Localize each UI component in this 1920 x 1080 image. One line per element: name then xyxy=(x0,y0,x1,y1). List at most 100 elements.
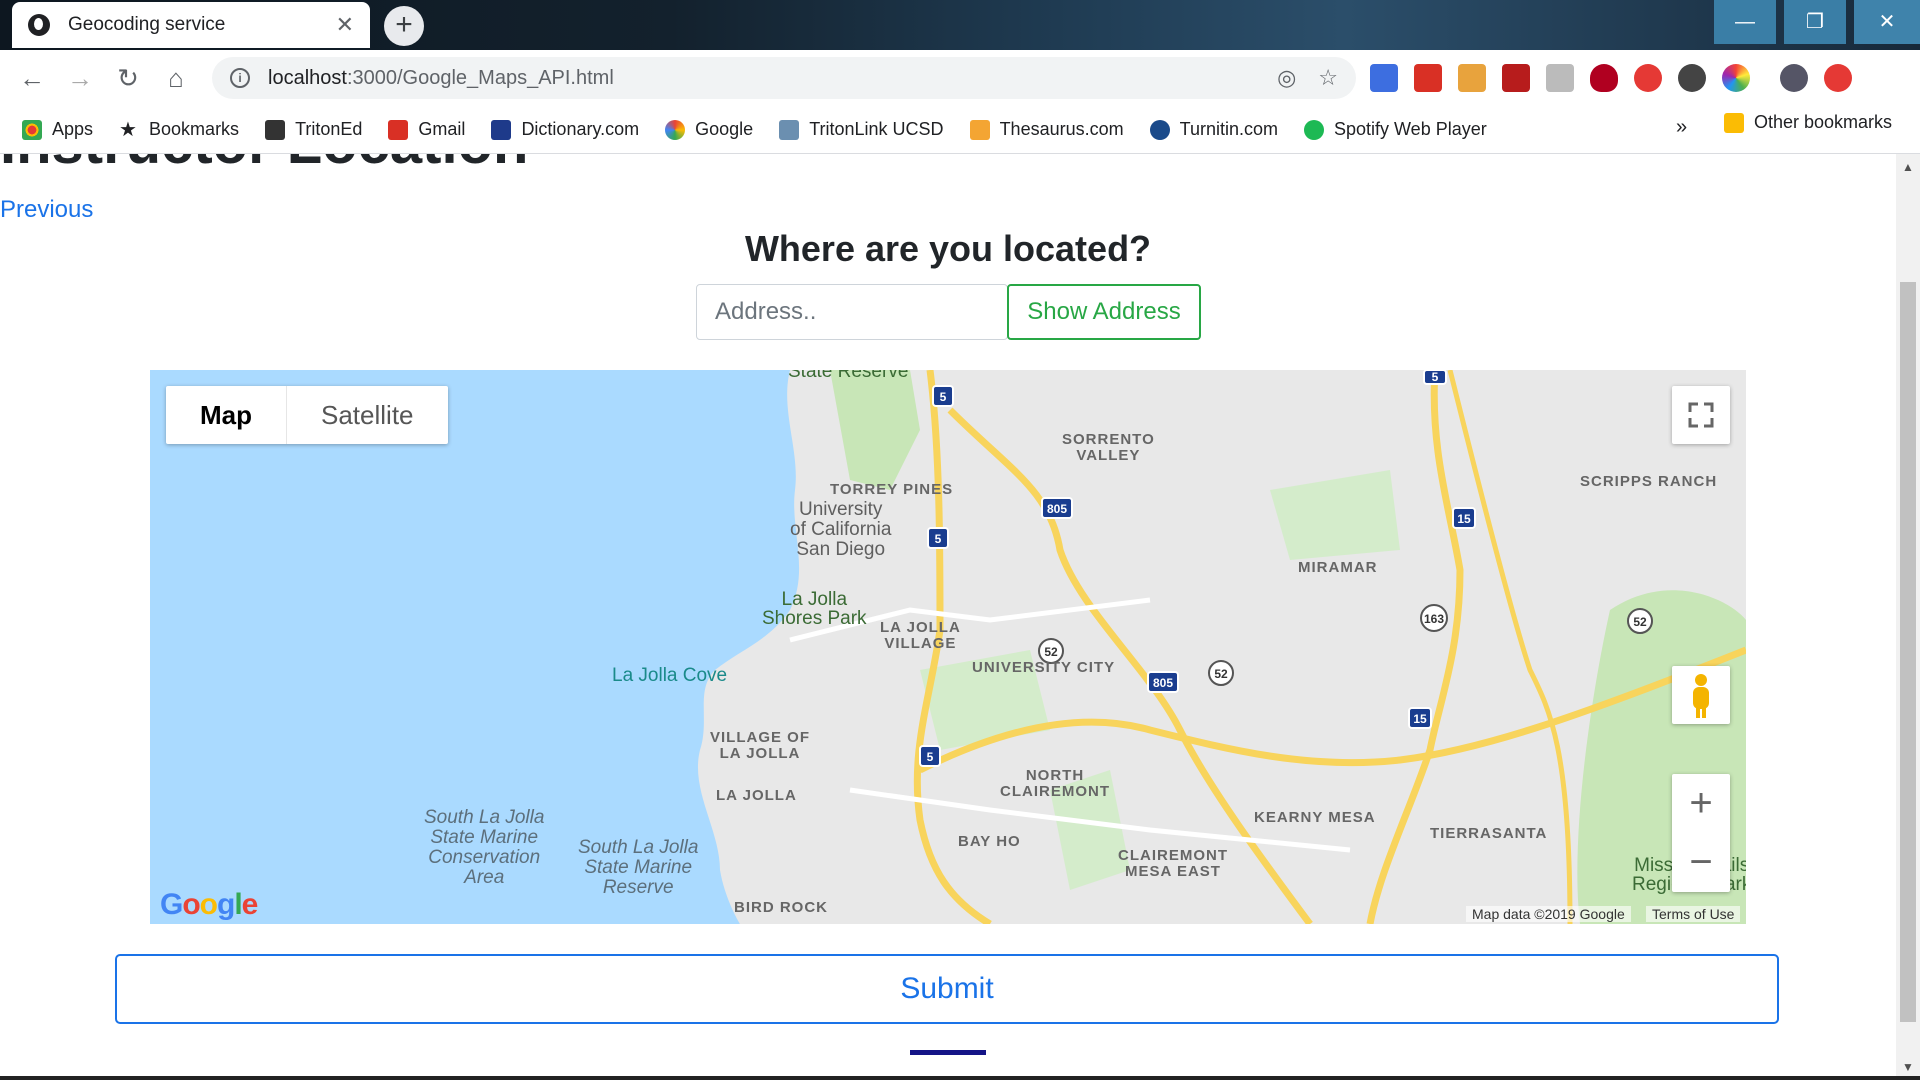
color-extension-icon[interactable] xyxy=(1722,64,1750,92)
taskbar-edge xyxy=(0,1076,1920,1080)
shield-number: 805 xyxy=(1047,502,1067,516)
street-view-pegman[interactable] xyxy=(1672,666,1730,724)
shield-number: 15 xyxy=(1413,712,1427,726)
map-label: SCRIPPS RANCH xyxy=(1580,473,1718,490)
bookmark-label: Google xyxy=(695,119,754,139)
star-icon[interactable]: ☆ xyxy=(1318,65,1338,91)
info-icon[interactable]: i xyxy=(230,68,250,88)
close-window-button[interactable]: ✕ xyxy=(1854,0,1920,44)
forward-button[interactable]: → xyxy=(60,58,100,98)
close-tab-icon[interactable]: ✕ xyxy=(336,12,354,38)
url-path: :3000/Google_Maps_API.html xyxy=(346,66,614,89)
map-label: TORREY PINES xyxy=(830,481,954,498)
tab-strip: Geocoding service ✕ + — ❐ ✕ xyxy=(0,0,1920,50)
profile-avatar[interactable] xyxy=(1780,64,1808,92)
map-label: University of California San Diego xyxy=(790,499,892,560)
reload-button[interactable]: ↻ xyxy=(108,58,148,98)
dictionary-icon xyxy=(491,119,512,140)
page-heading: Instructor Location xyxy=(0,154,528,177)
bookmark-tritonlink[interactable]: TritonLink UCSD xyxy=(779,119,944,140)
page-scrollbar[interactable]: ▲ ▼ xyxy=(1896,154,1920,1080)
bookmark-spotify[interactable]: Spotify Web Player xyxy=(1303,119,1487,140)
map-label: La Jolla Cove xyxy=(612,665,728,686)
zoom-control: + − xyxy=(1672,774,1730,892)
bookmark-apps[interactable]: Apps xyxy=(22,119,93,140)
submit-button[interactable]: Submit xyxy=(115,954,1779,1024)
address-input[interactable] xyxy=(696,284,1008,340)
scroll-up-icon[interactable]: ▲ xyxy=(1902,160,1914,174)
bookmark-label: Turnitin.com xyxy=(1179,119,1278,139)
zoom-out-button[interactable]: − xyxy=(1672,833,1730,892)
page-content: Instructor Location Previous Where are y… xyxy=(0,154,1896,1080)
pegman-icon xyxy=(1693,674,1709,718)
map-label: BAY HO xyxy=(958,833,1021,850)
map-type-satellite-button[interactable]: Satellite xyxy=(287,386,448,444)
shield-number: 52 xyxy=(1044,645,1058,659)
location-icon[interactable]: ◎ xyxy=(1277,65,1296,91)
map-label: SORRENTO VALLEY xyxy=(1062,431,1155,464)
shield-number: 163 xyxy=(1424,612,1444,626)
browser-toolbar: ← → ↻ ⌂ i localhost:3000/Google_Maps_API… xyxy=(0,50,1920,106)
react-extension-icon[interactable] xyxy=(1678,64,1706,92)
url-host: localhost xyxy=(268,66,347,89)
bookmark-dictionary[interactable]: Dictionary.com xyxy=(491,119,639,140)
google-map[interactable]: 5 5 5 5 805 805 15 15 15 15 163 52 52 52… xyxy=(150,370,1746,924)
zoom-in-button[interactable]: + xyxy=(1672,774,1730,833)
bookmark-tritoned[interactable]: TritonEd xyxy=(265,119,362,140)
map-label: La Jolla Shores Park xyxy=(762,589,867,629)
map-label: LA JOLLA xyxy=(716,787,797,804)
tritonlink-icon xyxy=(779,119,800,140)
map-type-map-button[interactable]: Map xyxy=(166,386,287,444)
shield-number: 5 xyxy=(927,750,934,764)
box-extension-icon[interactable] xyxy=(1458,64,1486,92)
map-label: LA JOLLA VILLAGE xyxy=(880,619,961,652)
stop-extension-icon[interactable] xyxy=(1634,64,1662,92)
bookmark-turnitin[interactable]: Turnitin.com xyxy=(1149,119,1278,140)
bookmarks-bar: Apps ★ Bookmarks TritonEd Gmail Dictionar… xyxy=(0,106,1920,154)
bookmark-label: Gmail xyxy=(418,119,466,139)
green-area xyxy=(1270,470,1400,560)
bookmark-extension-icon[interactable] xyxy=(1414,64,1442,92)
update-icon[interactable] xyxy=(1824,64,1852,92)
ublock-extension-icon[interactable] xyxy=(1590,64,1618,92)
thesaurus-icon xyxy=(969,119,990,140)
bookmark-thesaurus[interactable]: Thesaurus.com xyxy=(969,119,1124,140)
active-tab[interactable]: Geocoding service ✕ xyxy=(12,2,370,48)
restore-button[interactable]: ❐ xyxy=(1784,0,1846,44)
blackboard-icon xyxy=(265,119,286,140)
previous-link[interactable]: Previous xyxy=(0,196,93,224)
fullscreen-icon xyxy=(1688,402,1714,428)
more-bookmarks-button[interactable]: » xyxy=(1676,116,1687,139)
terms-of-use-link[interactable]: Terms of Use xyxy=(1646,906,1741,922)
google-icon xyxy=(665,119,686,140)
bookmark-label: TritonLink UCSD xyxy=(809,119,944,139)
shield-number: 5 xyxy=(940,390,947,404)
bookmark-gmail[interactable]: Gmail xyxy=(388,119,465,140)
google-logo: Google xyxy=(160,888,258,921)
calendar-extension-icon[interactable] xyxy=(1370,64,1398,92)
shield-number: 5 xyxy=(935,532,942,546)
home-button[interactable]: ⌂ xyxy=(156,58,196,98)
back-button[interactable]: ← xyxy=(12,58,52,98)
font-extension-icon[interactable] xyxy=(1546,64,1574,92)
show-address-button[interactable]: Show Address xyxy=(1007,284,1201,340)
scrollbar-thumb[interactable] xyxy=(1900,282,1916,1022)
map-label: CLAIREMONT MESA EAST xyxy=(1118,847,1228,880)
bookmark-google[interactable]: Google xyxy=(665,119,753,140)
shield-number: 805 xyxy=(1153,676,1173,690)
bookmark-label: Bookmarks xyxy=(149,119,240,139)
minimize-button[interactable]: — xyxy=(1714,0,1776,44)
scroll-down-icon[interactable]: ▼ xyxy=(1902,1060,1914,1074)
address-bar[interactable]: i localhost:3000/Google_Maps_API.html ◎ … xyxy=(212,57,1356,99)
pdf-extension-icon[interactable] xyxy=(1502,64,1530,92)
apps-grid-icon xyxy=(22,119,42,140)
other-bookmarks[interactable]: Other bookmarks xyxy=(1724,112,1892,133)
new-tab-button[interactable]: + xyxy=(384,6,424,46)
bookmark-bookmarks[interactable]: ★ Bookmarks xyxy=(119,119,239,140)
state-route-shields xyxy=(1038,604,1653,686)
turnitin-icon xyxy=(1149,119,1170,140)
folder-icon xyxy=(1724,112,1744,133)
bookmark-label: Apps xyxy=(52,119,94,139)
fullscreen-button[interactable] xyxy=(1672,386,1730,444)
star-icon: ★ xyxy=(119,118,137,141)
